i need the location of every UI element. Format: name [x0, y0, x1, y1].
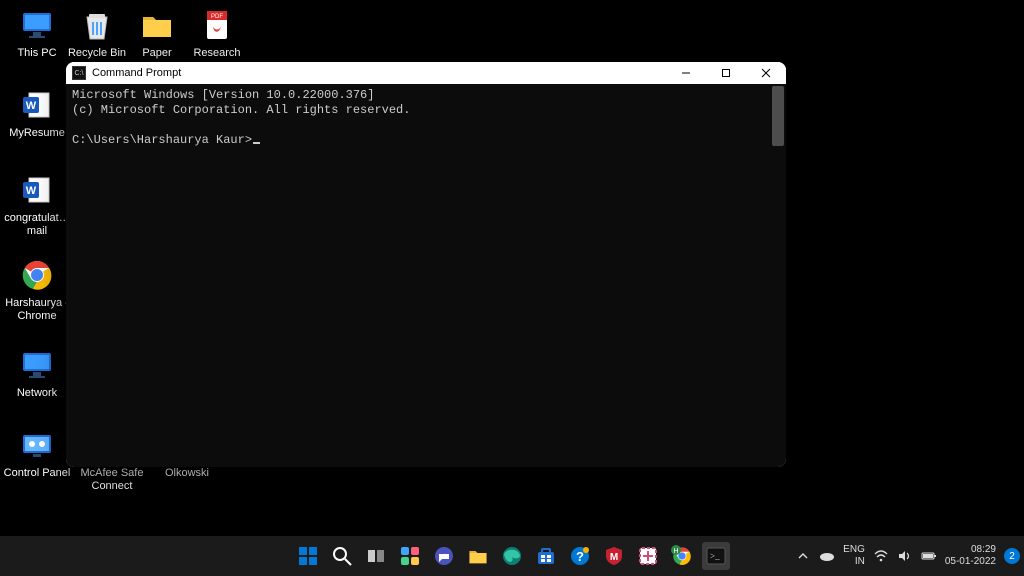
window-title: Command Prompt	[92, 67, 181, 79]
word-icon: W	[17, 85, 57, 125]
chrome-icon: H	[671, 545, 693, 567]
clock-date: 05-01-2022	[945, 556, 996, 568]
terminal-cursor	[253, 142, 260, 144]
desktop-icon-myresume[interactable]: W MyResume	[0, 85, 74, 140]
battery-glyph-icon	[921, 551, 937, 561]
widgets-icon	[399, 545, 421, 567]
notification-badge[interactable]: 2	[1004, 548, 1020, 564]
cloud-icon	[819, 550, 835, 562]
desktop-icon-label: Recycle Bin	[68, 47, 126, 60]
close-button[interactable]	[746, 62, 786, 84]
desktop-icon-research[interactable]: PDF Research	[180, 5, 254, 60]
svg-text:PDF: PDF	[211, 14, 223, 20]
desktop-icon-label: Control Panel	[4, 467, 71, 480]
taskbar-start-button[interactable]	[294, 542, 322, 570]
language-bot: IN	[855, 556, 865, 568]
cmd-icon: C:\	[72, 66, 86, 80]
terminal-line: Microsoft Windows [Version 10.0.22000.37…	[72, 88, 374, 102]
language-top: ENG	[843, 544, 865, 556]
taskbar-mcafee-button[interactable]: M	[600, 542, 628, 570]
chevron-up-icon	[798, 551, 808, 561]
wifi-icon[interactable]	[873, 550, 889, 562]
taskbar-edge-button[interactable]	[498, 542, 526, 570]
tray-overflow-button[interactable]	[795, 551, 811, 561]
taskbar-widgets-button[interactable]	[396, 542, 424, 570]
taskview-icon	[365, 545, 387, 567]
desktop-icon-label: Olkowski	[165, 467, 209, 480]
desktop-icon-label: MyResume	[9, 127, 65, 140]
terminal-prompt: C:\Users\Harshaurya Kaur>	[72, 133, 252, 147]
store-icon	[535, 545, 557, 567]
svg-text:M: M	[610, 552, 618, 563]
word-icon: W	[17, 170, 57, 210]
taskbar-chat-button[interactable]	[430, 542, 458, 570]
speaker-icon	[898, 550, 912, 562]
taskbar-search-button[interactable]	[328, 542, 356, 570]
taskbar-taskview-button[interactable]	[362, 542, 390, 570]
close-icon	[761, 68, 771, 78]
help-icon: ?	[569, 545, 591, 567]
battery-icon[interactable]	[921, 551, 937, 561]
chrome-icon	[17, 255, 57, 295]
command-prompt-window: C:\ Command Prompt Microsoft Windows [Ve…	[66, 62, 786, 467]
svg-text:>_: >_	[710, 551, 720, 561]
clock[interactable]: 08:29 05-01-2022	[945, 544, 996, 568]
folder-icon	[467, 545, 489, 567]
terminal-body[interactable]: Microsoft Windows [Version 10.0.22000.37…	[66, 84, 786, 467]
recycle-icon	[77, 5, 117, 45]
desktop-icon-label: This PC	[17, 47, 56, 60]
system-tray: ENG IN 08:29 05-01-2022 2	[795, 544, 1020, 568]
clock-time: 08:29	[971, 544, 996, 556]
desktop-icon-network[interactable]: Network	[0, 345, 74, 400]
taskbar-explorer-button[interactable]	[464, 542, 492, 570]
volume-icon[interactable]	[897, 550, 913, 562]
search-icon	[331, 545, 353, 567]
svg-text:W: W	[26, 100, 37, 112]
chat-icon	[433, 545, 455, 567]
start-icon	[297, 545, 319, 567]
maximize-icon	[721, 68, 731, 78]
taskbar-help-button[interactable]: ?	[566, 542, 594, 570]
desktop-icon-label: Paper	[142, 47, 171, 60]
desktop-icon-label: Research	[193, 47, 240, 60]
monitor-icon	[17, 5, 57, 45]
desktop-icon-label: Harshaurya - Chrome	[0, 297, 74, 323]
language-indicator[interactable]: ENG IN	[843, 544, 865, 568]
monitor-icon	[17, 345, 57, 385]
svg-text:H: H	[673, 548, 678, 555]
desktop-icon-harshaurya-chrome[interactable]: Harshaurya - Chrome	[0, 255, 74, 323]
taskbar-snip-button[interactable]	[634, 542, 662, 570]
desktop-icon-label: Network	[17, 387, 57, 400]
wifi-glyph-icon	[874, 550, 888, 562]
titlebar[interactable]: C:\ Command Prompt	[66, 62, 786, 84]
cpanel-icon	[17, 425, 57, 465]
taskbar: ? M H >_ ENG IN 08:29 05-01-2022 2	[0, 536, 1024, 576]
minimize-button[interactable]	[666, 62, 706, 84]
folder-icon	[137, 5, 177, 45]
svg-text:?: ?	[576, 549, 584, 564]
taskbar-cmd-button[interactable]: >_	[702, 542, 730, 570]
snip-icon	[637, 545, 659, 567]
taskbar-chrome-button[interactable]: H	[668, 542, 696, 570]
onedrive-icon[interactable]	[819, 550, 835, 562]
minimize-icon	[681, 68, 691, 78]
scrollbar-thumb[interactable]	[772, 86, 784, 146]
desktop-icon-control-panel[interactable]: Control Panel	[0, 425, 74, 480]
taskbar-store-button[interactable]	[532, 542, 560, 570]
maximize-button[interactable]	[706, 62, 746, 84]
svg-text:W: W	[26, 185, 37, 197]
pdf-icon: PDF	[197, 5, 237, 45]
desktop-icon-label: congratulat… mail	[0, 212, 74, 238]
edge-icon	[501, 545, 523, 567]
mcafee-icon: M	[603, 545, 625, 567]
terminal-line: (c) Microsoft Corporation. All rights re…	[72, 103, 410, 117]
desktop-icon-congratulat-mail[interactable]: W congratulat… mail	[0, 170, 74, 238]
cmd-icon: >_	[705, 545, 727, 567]
desktop-icon-label: McAfee Safe Connect	[75, 467, 149, 493]
